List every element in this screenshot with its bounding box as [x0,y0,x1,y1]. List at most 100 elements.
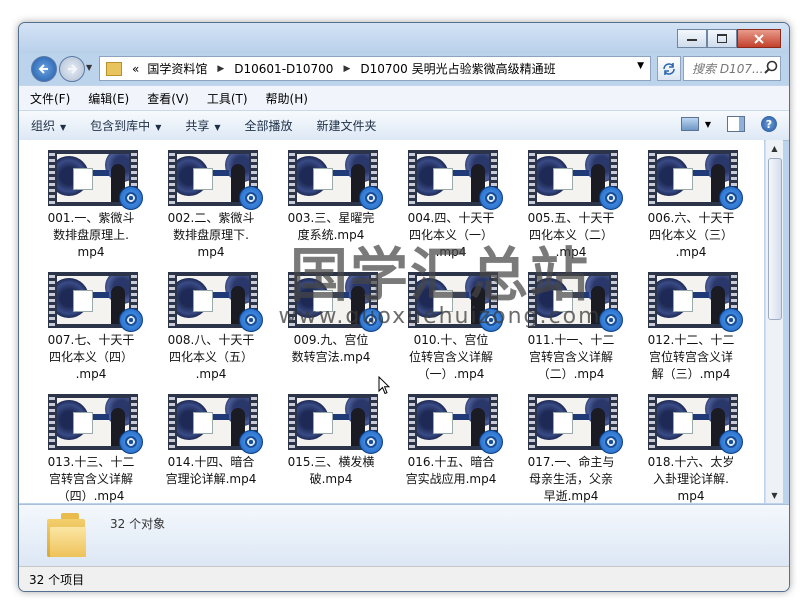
file-item[interactable]: 003.三、星曜完 度系统.mp4 [271,150,391,262]
film-strip-perforation [409,272,415,328]
share-button[interactable]: 共享 ▼ [173,117,232,134]
video-frame [177,154,249,202]
thumbnail-title-card [313,412,333,434]
film-strip-perforation [529,394,535,450]
address-dropdown-icon[interactable]: ▼ [637,61,644,71]
menu-edit[interactable]: 编辑(E) [77,90,136,107]
vertical-scrollbar[interactable]: ▲ ▼ [765,140,783,503]
recent-pages-dropdown[interactable]: ▼ [86,63,92,72]
forward-arrow-icon [68,64,78,74]
file-name: 009.九、宫位 数转宫法.mp4 [291,333,371,364]
minimize-button[interactable] [677,29,707,48]
video-frame [537,398,609,446]
organize-button[interactable]: 组织 ▼ [19,117,78,134]
video-frame [177,276,249,324]
scroll-down-icon[interactable]: ▼ [766,487,783,503]
file-item[interactable]: 001.一、紫微斗 数排盘原理上. mp4 [31,150,151,262]
search-input[interactable] [690,60,764,77]
file-item[interactable]: 004.四、十天干 四化本义（一） .mp4 [391,150,511,262]
thumbnail-title-card [433,290,453,312]
include-in-library-label: 包含到库中 [90,119,151,133]
file-item[interactable]: 016.十五、暗合 宫实战应用.mp4 [391,394,511,503]
organize-label: 组织 [31,119,56,133]
breadcrumb-item[interactable]: D10700 吴明光占验紫微高级精通班 [356,60,559,77]
file-item[interactable]: 011.十一、十二 宫转宫含义详解 （二）.mp4 [511,272,631,384]
menu-tools[interactable]: 工具(T) [196,90,255,107]
include-in-library-button[interactable]: 包含到库中 ▼ [78,117,173,134]
film-strip-perforation [169,150,175,206]
thumbnail-title-card [673,168,693,190]
search-box[interactable] [683,56,781,81]
video-frame [57,154,129,202]
menu-view[interactable]: 查看(V) [136,90,196,107]
help-button[interactable]: ? [761,116,777,132]
file-item[interactable]: 010.十、宫位 位转宫含义详解 （一）.mp4 [391,272,511,384]
scroll-up-icon[interactable]: ▲ [766,140,783,156]
film-strip-perforation [529,272,535,328]
back-button[interactable] [31,56,57,82]
thumbnail-title-card [673,290,693,312]
search-icon[interactable] [764,60,778,78]
film-strip-perforation [49,150,55,206]
status-bar: 32 个项目 [19,566,789,591]
share-label: 共享 [185,119,210,133]
file-item[interactable]: 015.三、横发横 破.mp4 [271,394,391,503]
play-all-button[interactable]: 全部播放 [233,117,305,134]
maximize-button[interactable] [707,29,737,48]
thumbnail-name-tag [453,414,469,420]
video-frame [297,276,369,324]
thumbnail-name-tag [573,414,589,420]
film-strip-perforation [169,272,175,328]
file-item[interactable]: 008.八、十天干 四化本义（五） .mp4 [151,272,271,384]
file-item[interactable]: 002.二、紫微斗 数排盘原理下. mp4 [151,150,271,262]
thumbnail-name-tag [573,170,589,176]
file-item[interactable]: 007.七、十天干 四化本义（四） .mp4 [31,272,151,384]
file-item[interactable]: 006.六、十天干 四化本义（三） .mp4 [631,150,751,262]
close-icon [754,33,764,44]
file-item[interactable]: 009.九、宫位 数转宫法.mp4 [271,272,391,384]
preview-pane-button[interactable] [727,116,745,132]
chevron-right-icon[interactable]: ▶ [337,64,356,74]
breadcrumb-item[interactable]: 国学资料馆 [143,60,211,77]
chevron-down-icon: ▼ [214,123,221,132]
address-bar[interactable]: « 国学资料馆 ▶ D10601-D10700 ▶ D10700 吴明光占验紫微… [99,56,651,81]
breadcrumb-overflow[interactable]: « [128,62,143,76]
file-name: 013.十三、十二 宫转宫含义详解 （四）.mp4 [47,455,135,503]
menu-file[interactable]: 文件(F) [19,90,77,107]
video-frame [657,276,729,324]
menu-bar: 文件(F) 编辑(E) 查看(V) 工具(T) 帮助(H) [19,85,789,110]
breadcrumb-item[interactable]: D10601-D10700 [230,62,337,76]
thumbnail-name-tag [453,292,469,298]
media-player-icon [479,430,503,454]
file-item[interactable]: 017.一、命主与 母亲生活，父亲 早逝.mp4 [511,394,631,503]
thumbnail-title-card [313,290,333,312]
file-name: 007.七、十天干 四化本义（四） .mp4 [47,333,135,381]
navigation-row: ▼ « 国学资料馆 ▶ D10601-D10700 ▶ D10700 吴明光占验… [19,53,789,83]
change-view-button[interactable]: ▼ [680,117,711,131]
forward-button[interactable] [59,56,85,82]
thumbnail-name-tag [333,170,349,176]
folder-icon [47,513,87,557]
window-controls [677,29,781,48]
film-strip-perforation [409,394,415,450]
scrollbar-thumb[interactable] [768,158,782,320]
object-count: 32 个对象 [110,517,166,531]
file-item[interactable]: 013.十三、十二 宫转宫含义详解 （四）.mp4 [31,394,151,503]
new-folder-button[interactable]: 新建文件夹 [305,117,389,134]
thumbnail-name-tag [333,414,349,420]
menu-help[interactable]: 帮助(H) [255,90,315,107]
title-bar [19,23,789,53]
close-button[interactable] [737,29,781,48]
file-item[interactable]: 012.十二、十二 宫位转宫含义详 解（三）.mp4 [631,272,751,384]
media-player-icon [719,430,743,454]
video-frame [57,276,129,324]
file-name: 017.一、命主与 母亲生活，父亲 早逝.mp4 [527,455,615,503]
video-frame [657,154,729,202]
file-item[interactable]: 005.五、十天干 四化本义（二） .mp4 [511,150,631,262]
file-item[interactable]: 018.十六、太岁 入卦理论详解. mp4 [631,394,751,503]
refresh-button[interactable] [657,56,681,81]
film-strip-perforation [289,150,295,206]
folder-icon [106,61,122,76]
file-item[interactable]: 014.十四、暗合 宫理论详解.mp4 [151,394,271,503]
chevron-right-icon[interactable]: ▶ [211,64,230,74]
